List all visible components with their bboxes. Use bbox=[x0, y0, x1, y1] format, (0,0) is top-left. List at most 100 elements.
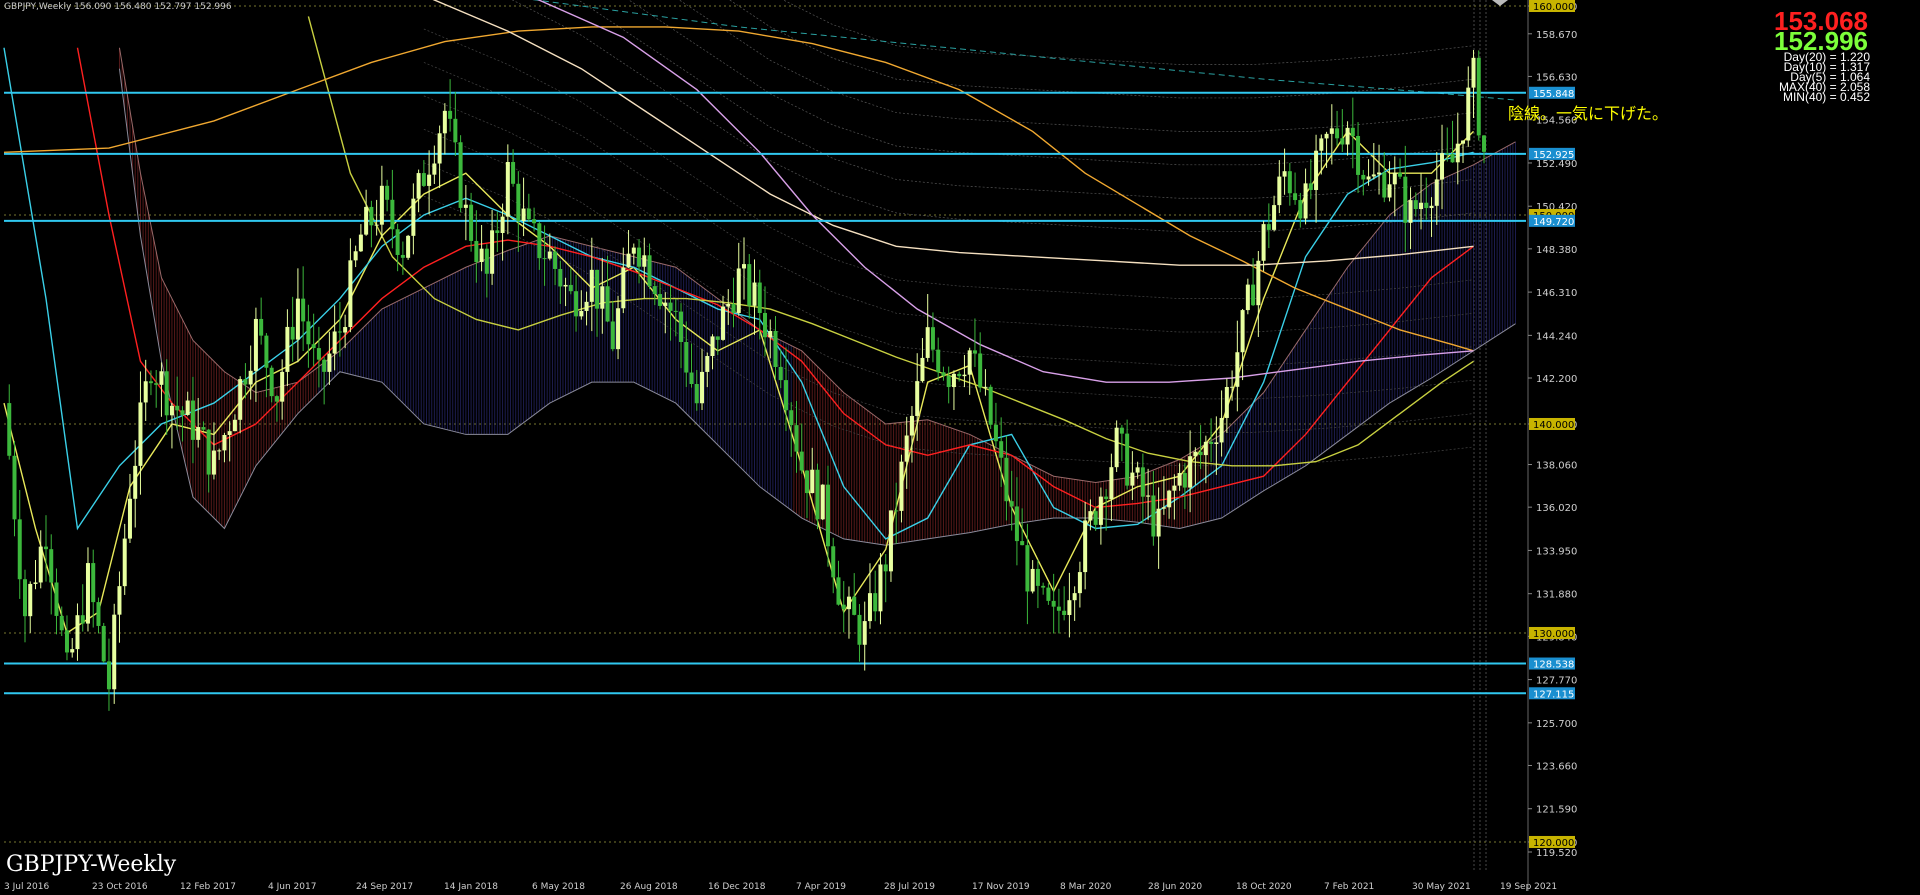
candle-down bbox=[49, 549, 54, 583]
y-tick-label: 131.880 bbox=[1536, 590, 1577, 601]
candle-down bbox=[206, 429, 211, 475]
candle-down bbox=[1151, 495, 1156, 537]
chart-canvas[interactable]: 160.000158.670156.630154.560152.490150.4… bbox=[0, 0, 1920, 892]
candle-down bbox=[322, 359, 327, 372]
candle-up bbox=[1282, 171, 1287, 177]
candle-up bbox=[1230, 386, 1235, 388]
candle-down bbox=[264, 335, 269, 368]
candle-up bbox=[1434, 179, 1439, 206]
x-tick-label: 7 Apr 2019 bbox=[796, 882, 846, 891]
candle-up bbox=[159, 371, 164, 385]
candle-up bbox=[343, 327, 348, 333]
candle-up bbox=[442, 110, 447, 134]
candle-down bbox=[836, 577, 841, 605]
candle-down bbox=[794, 425, 799, 452]
candle-down bbox=[511, 162, 516, 184]
candle-down bbox=[469, 204, 474, 241]
candle-up bbox=[1109, 467, 1114, 500]
candle-down bbox=[988, 386, 993, 425]
candle-down bbox=[852, 596, 857, 615]
candle-up bbox=[1303, 183, 1308, 219]
candle-down bbox=[799, 451, 804, 471]
candle-down bbox=[474, 240, 479, 263]
candle-up bbox=[752, 282, 757, 306]
candle-down bbox=[537, 223, 542, 259]
candle-up bbox=[169, 405, 174, 416]
candle-down bbox=[400, 254, 405, 258]
candle-down bbox=[421, 173, 426, 186]
candle-up bbox=[862, 621, 867, 645]
candle-down bbox=[385, 185, 390, 200]
candle-down bbox=[1266, 224, 1271, 230]
candle-up bbox=[1193, 451, 1198, 457]
candle-up bbox=[285, 326, 290, 372]
chart-container[interactable]: 160.000158.670156.630154.560152.490150.4… bbox=[0, 0, 1920, 892]
candle-down bbox=[22, 579, 27, 617]
dashed-ma-line bbox=[532, 0, 1516, 101]
candle-down bbox=[458, 142, 463, 208]
candle-up bbox=[70, 649, 75, 653]
envelope-line bbox=[782, 0, 1474, 65]
candle-down bbox=[757, 282, 762, 313]
candle-up bbox=[138, 402, 143, 466]
candle-up bbox=[920, 357, 925, 382]
candle-up bbox=[1146, 495, 1151, 497]
candle-down bbox=[301, 298, 306, 322]
candle-down bbox=[1025, 545, 1030, 592]
candle-down bbox=[946, 375, 951, 388]
candle-up bbox=[222, 434, 227, 451]
candle-down bbox=[873, 593, 878, 612]
candle-up bbox=[1419, 202, 1424, 210]
candle-down bbox=[894, 510, 899, 512]
candle-up bbox=[85, 563, 90, 624]
candle-down bbox=[1287, 171, 1292, 194]
candle-down bbox=[1198, 451, 1203, 456]
candle-down bbox=[679, 311, 684, 343]
candle-up bbox=[1067, 600, 1072, 616]
price-axis: 160.000158.670156.630154.560152.490150.4… bbox=[1527, 0, 1577, 891]
x-tick-label: 7 Feb 2021 bbox=[1324, 882, 1374, 891]
candle-down bbox=[96, 602, 101, 626]
x-tick-label: 8 Mar 2020 bbox=[1060, 882, 1112, 891]
candle-up bbox=[1188, 456, 1193, 488]
candle-down bbox=[290, 326, 295, 340]
candle-down bbox=[673, 310, 678, 312]
candle-down bbox=[637, 247, 642, 267]
sr-price-label: 152.925 bbox=[1533, 150, 1574, 161]
x-tick-label: 19 Sep 2021 bbox=[1500, 882, 1557, 891]
candle-down bbox=[1450, 153, 1455, 163]
candle-up bbox=[1455, 143, 1460, 163]
candle-up bbox=[700, 371, 705, 404]
candle-down bbox=[190, 400, 195, 440]
candle-up bbox=[1203, 441, 1208, 456]
candle-up bbox=[112, 614, 117, 690]
x-tick-label: 18 Oct 2020 bbox=[1236, 882, 1292, 891]
candle-up bbox=[211, 450, 216, 475]
candle-up bbox=[133, 465, 138, 499]
chart-header-info: GBPJPY,Weekly 156.090 156.480 152.797 15… bbox=[4, 2, 232, 12]
candle-down bbox=[395, 229, 400, 255]
candle-up bbox=[547, 251, 552, 259]
x-tick-label: 26 Aug 2018 bbox=[620, 882, 678, 891]
candle-up bbox=[217, 450, 222, 452]
candle-up bbox=[663, 302, 668, 306]
candle-down bbox=[306, 321, 311, 345]
envelope-line bbox=[729, 0, 1474, 99]
candle-down bbox=[1382, 172, 1387, 198]
chart-annotation: 陰線。一気に下げた。 bbox=[1508, 104, 1669, 123]
candle-down bbox=[825, 484, 830, 547]
candle-down bbox=[154, 383, 159, 385]
candle-down bbox=[1119, 427, 1124, 434]
candle-up bbox=[364, 206, 369, 235]
candle-down bbox=[516, 183, 521, 222]
candle-up bbox=[904, 435, 909, 462]
candle-down bbox=[1046, 587, 1051, 601]
candle-down bbox=[1125, 433, 1130, 486]
candle-down bbox=[7, 403, 12, 456]
candle-up bbox=[1440, 153, 1445, 180]
candle-up bbox=[563, 284, 568, 287]
candle-down bbox=[106, 661, 111, 690]
candle-up bbox=[1272, 205, 1277, 230]
candle-down bbox=[526, 208, 531, 220]
candle-up bbox=[1371, 174, 1376, 177]
